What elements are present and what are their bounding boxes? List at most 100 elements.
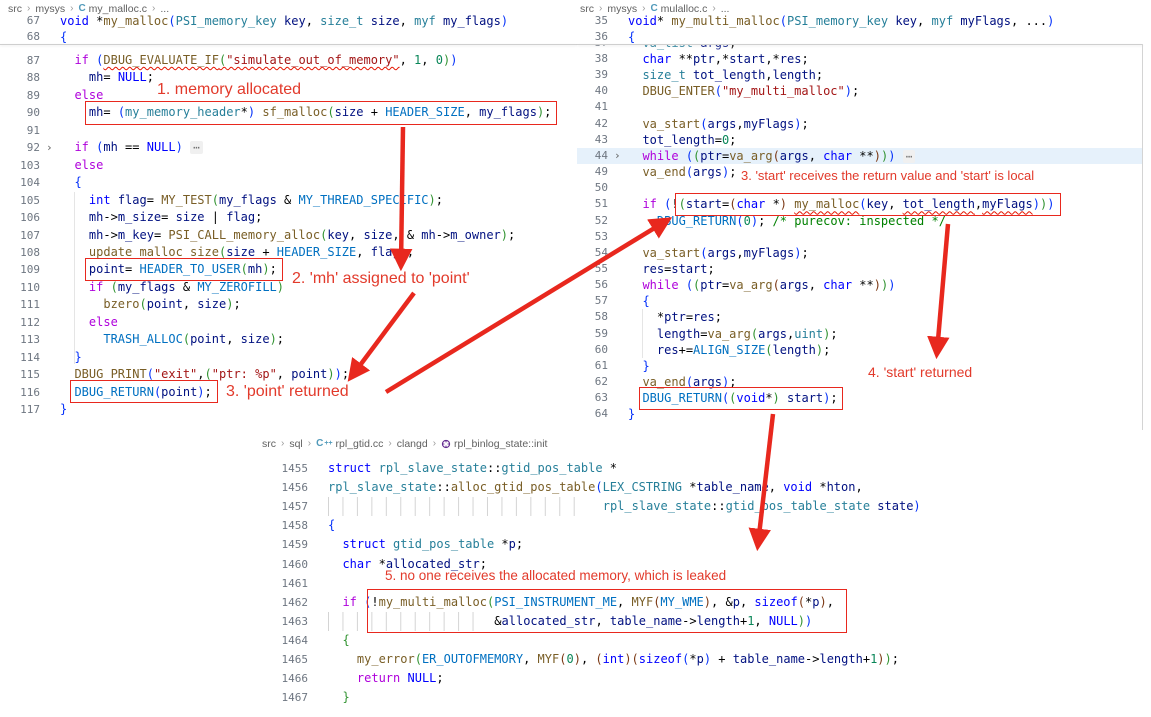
line-number[interactable]: 68 [0,29,40,45]
code-line-104[interactable]: 104 { [0,174,577,191]
line-number[interactable]: 52 [577,213,608,229]
fold-chevron-icon[interactable]: › [46,139,53,156]
line-number[interactable]: 36 [577,29,608,45]
line-number[interactable]: 1467 [260,688,308,707]
code-line-55[interactable]: 55 res=start; [577,261,1143,277]
code-line-36[interactable]: 36{ [577,29,1143,45]
code-line-112[interactable]: 112 else [0,314,577,331]
code-line-105[interactable]: 105 int flag= MY_TEST(my_flags & MY_THRE… [0,192,577,209]
line-number[interactable]: 56 [577,277,608,293]
line-number[interactable]: 1466 [260,669,308,688]
line-number[interactable]: 91 [0,122,40,139]
line-number[interactable]: 58 [577,309,608,325]
code-line-1459[interactable]: 1459 struct gtid_pos_table *p; [260,535,1151,554]
line-number[interactable]: 92 [0,139,40,156]
line-number[interactable]: 1461 [260,574,308,593]
code-line-44[interactable]: 44› while ((ptr=va_arg(args, char **))) … [577,148,1143,164]
line-number[interactable]: 108 [0,244,40,261]
line-number[interactable]: 43 [577,132,608,148]
fold-chevron-icon[interactable]: › [614,148,621,164]
line-number[interactable]: 90 [0,104,40,121]
code-line-38[interactable]: 38 char **ptr,*start,*res; [577,51,1143,67]
code-line-56[interactable]: 56 while ((ptr=va_arg(args, char **))) [577,277,1143,293]
code-line-1464[interactable]: 1464 { [260,631,1151,650]
code-line-41[interactable]: 41 [577,99,1143,115]
line-number[interactable]: 1463 [260,612,308,631]
code-line-103[interactable]: 103 else [0,157,577,174]
code-line-40[interactable]: 40 DBUG_ENTER("my_multi_malloc"); [577,83,1143,99]
code-line-58[interactable]: 58 *ptr=res; [577,309,1143,325]
line-number[interactable]: 109 [0,261,40,278]
code-line-59[interactable]: 59 length=va_arg(args,uint); [577,326,1143,342]
code-line-117[interactable]: 117} [0,401,577,418]
breadcrumb-item[interactable]: rpl_binlog_state::init [441,438,547,450]
code-line-111[interactable]: 111 bzero(point, size); [0,296,577,313]
line-number[interactable]: 115 [0,366,40,383]
line-number[interactable]: 55 [577,261,608,277]
line-number[interactable]: 87 [0,52,40,69]
breadcrumb-item[interactable]: clangd [397,438,428,450]
line-number[interactable]: 59 [577,326,608,342]
code-line-114[interactable]: 114 } [0,349,577,366]
line-number[interactable]: 53 [577,229,608,245]
code-line-110[interactable]: 110 if (my_flags & MY_ZEROFILL) [0,279,577,296]
line-number[interactable]: 103 [0,157,40,174]
breadcrumb-item[interactable]: src [262,438,276,450]
code-line-53[interactable]: 53 [577,229,1143,245]
line-number[interactable]: 35 [577,13,608,29]
line-number[interactable]: 40 [577,83,608,99]
code-line-1466[interactable]: 1466 return NULL; [260,669,1151,688]
line-number[interactable]: 112 [0,314,40,331]
line-number[interactable]: 111 [0,296,40,313]
code-line-1457[interactable]: 1457rpl_slave_state::gtid_pos_table_stat… [260,497,1151,516]
line-number[interactable]: 88 [0,69,40,86]
line-number[interactable]: 104 [0,174,40,191]
code-line-113[interactable]: 113 TRASH_ALLOC(point, size); [0,331,577,348]
code-line-106[interactable]: 106 mh->m_size= size | flag; [0,209,577,226]
line-number[interactable]: 38 [577,51,608,67]
line-number[interactable]: 44 [577,148,608,164]
code-line-1456[interactable]: 1456rpl_slave_state::alloc_gtid_pos_tabl… [260,478,1151,497]
line-number[interactable]: 1459 [260,535,308,554]
line-number[interactable]: 1457 [260,497,308,516]
line-number[interactable]: 110 [0,279,40,296]
line-number[interactable]: 1464 [260,631,308,650]
line-number[interactable]: 1460 [260,555,308,574]
line-number[interactable]: 61 [577,358,608,374]
code-line-1458[interactable]: 1458{ [260,516,1151,535]
line-number[interactable]: 64 [577,406,608,422]
code-line-35[interactable]: 35void* my_multi_malloc(PSI_memory_key k… [577,13,1143,29]
code-line-1455[interactable]: 1455struct rpl_slave_state::gtid_pos_tab… [260,459,1151,478]
code-line-43[interactable]: 43 tot_length=0; [577,132,1143,148]
code-line-61[interactable]: 61 } [577,358,1143,374]
line-number[interactable]: 1456 [260,478,308,497]
line-number[interactable]: 1465 [260,650,308,669]
code-line-54[interactable]: 54 va_start(args,myFlags); [577,245,1143,261]
line-number[interactable]: 63 [577,390,608,406]
line-number[interactable]: 50 [577,180,608,196]
line-number[interactable]: 57 [577,293,608,309]
line-number[interactable]: 1458 [260,516,308,535]
line-number[interactable]: 39 [577,67,608,83]
code-line-1465[interactable]: 1465 my_error(ER_OUTOFMEMORY, MYF(0), (i… [260,650,1151,669]
line-number[interactable]: 107 [0,227,40,244]
line-number[interactable]: 106 [0,209,40,226]
line-number[interactable]: 117 [0,401,40,418]
line-number[interactable]: 54 [577,245,608,261]
code-line-87[interactable]: 87 if (DBUG_EVALUATE_IF("simulate_out_of… [0,52,577,69]
code-line-107[interactable]: 107 mh->m_key= PSI_CALL_memory_alloc(key… [0,227,577,244]
line-number[interactable]: 1462 [260,593,308,612]
breadcrumb-item[interactable]: C++rpl_gtid.cc [316,438,383,450]
line-number[interactable]: 116 [0,384,40,401]
line-number[interactable]: 113 [0,331,40,348]
line-number[interactable]: 67 [0,13,40,29]
code-line-60[interactable]: 60 res+=ALIGN_SIZE(length); [577,342,1143,358]
code-line-67[interactable]: 67void *my_malloc(PSI_memory_key key, si… [0,13,577,29]
line-number[interactable]: 42 [577,116,608,132]
line-number[interactable]: 114 [0,349,40,366]
line-number[interactable]: 49 [577,164,608,180]
code-line-68[interactable]: 68{ [0,29,577,45]
line-number[interactable]: 60 [577,342,608,358]
code-line-57[interactable]: 57 { [577,293,1143,309]
line-number[interactable]: 1455 [260,459,308,478]
